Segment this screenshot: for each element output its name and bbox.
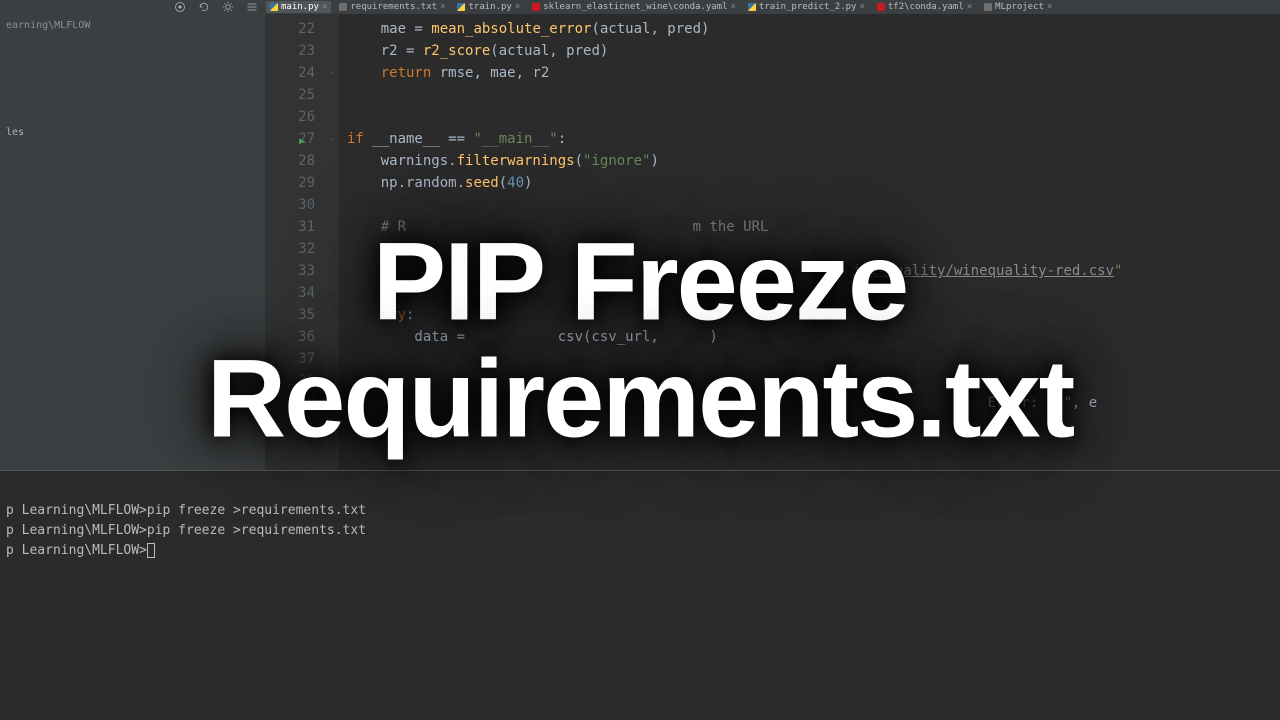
refresh-icon[interactable] [198, 1, 210, 13]
code-editor[interactable]: 2223242526▶27282930313233343536373839 --… [265, 14, 1280, 470]
tab-sklearn-elasticnet-wine-conda-yaml[interactable]: sklearn_elasticnet_wine\conda.yaml × [528, 1, 740, 13]
tab-main-py[interactable]: main.py× [266, 1, 331, 13]
project-path: earning\MLFLOW [6, 20, 90, 31]
fold-column: -- [325, 14, 339, 470]
file-icon [270, 3, 278, 11]
sidebar-item[interactable]: les [6, 127, 259, 138]
editor-tabs: main.py×requirements.txt×train.py×sklear… [266, 0, 1056, 14]
line-gutter: 2223242526▶27282930313233343536373839 [265, 14, 325, 470]
close-icon[interactable]: × [515, 2, 520, 12]
tab-label: sklearn_elasticnet_wine\conda.yaml [543, 2, 727, 12]
tab-label: MLproject [995, 2, 1044, 12]
tab-label: main.py [281, 2, 319, 12]
target-icon[interactable] [174, 1, 186, 13]
tab-mlproject[interactable]: MLproject× [980, 1, 1056, 13]
file-icon [748, 3, 756, 11]
close-icon[interactable]: × [1047, 2, 1052, 12]
menu-icon[interactable] [246, 1, 258, 13]
tab-train-predict-2-py[interactable]: train_predict_2.py× [744, 1, 869, 13]
tab-requirements-txt[interactable]: requirements.txt× [335, 1, 449, 13]
tab-label: train_predict_2.py [759, 2, 857, 12]
tab-label: requirements.txt [350, 2, 437, 12]
close-icon[interactable]: × [731, 2, 736, 12]
file-icon [984, 3, 992, 11]
close-icon[interactable]: × [322, 2, 327, 12]
close-icon[interactable]: × [440, 2, 445, 12]
tab-label: train.py [468, 2, 511, 12]
close-icon[interactable]: × [859, 2, 864, 12]
close-icon[interactable]: × [967, 2, 972, 12]
terminal-cursor [147, 543, 155, 558]
file-icon [532, 3, 540, 11]
code-area[interactable]: mae = mean_absolute_error(actual, pred) … [339, 14, 1280, 470]
terminal-panel[interactable]: p Learning\MLFLOW>pip freeze >requiremen… [0, 470, 1280, 720]
tab-label: tf2\conda.yaml [888, 2, 964, 12]
tab-tf2-conda-yaml[interactable]: tf2\conda.yaml× [873, 1, 976, 13]
file-icon [339, 3, 347, 11]
gear-icon[interactable] [222, 1, 234, 13]
run-gutter-icon[interactable]: ▶ [299, 131, 305, 153]
tab-train-py[interactable]: train.py × [453, 1, 524, 13]
file-icon [457, 3, 465, 11]
file-icon [877, 3, 885, 11]
project-sidebar[interactable]: earning\MLFLOW les [0, 14, 265, 470]
